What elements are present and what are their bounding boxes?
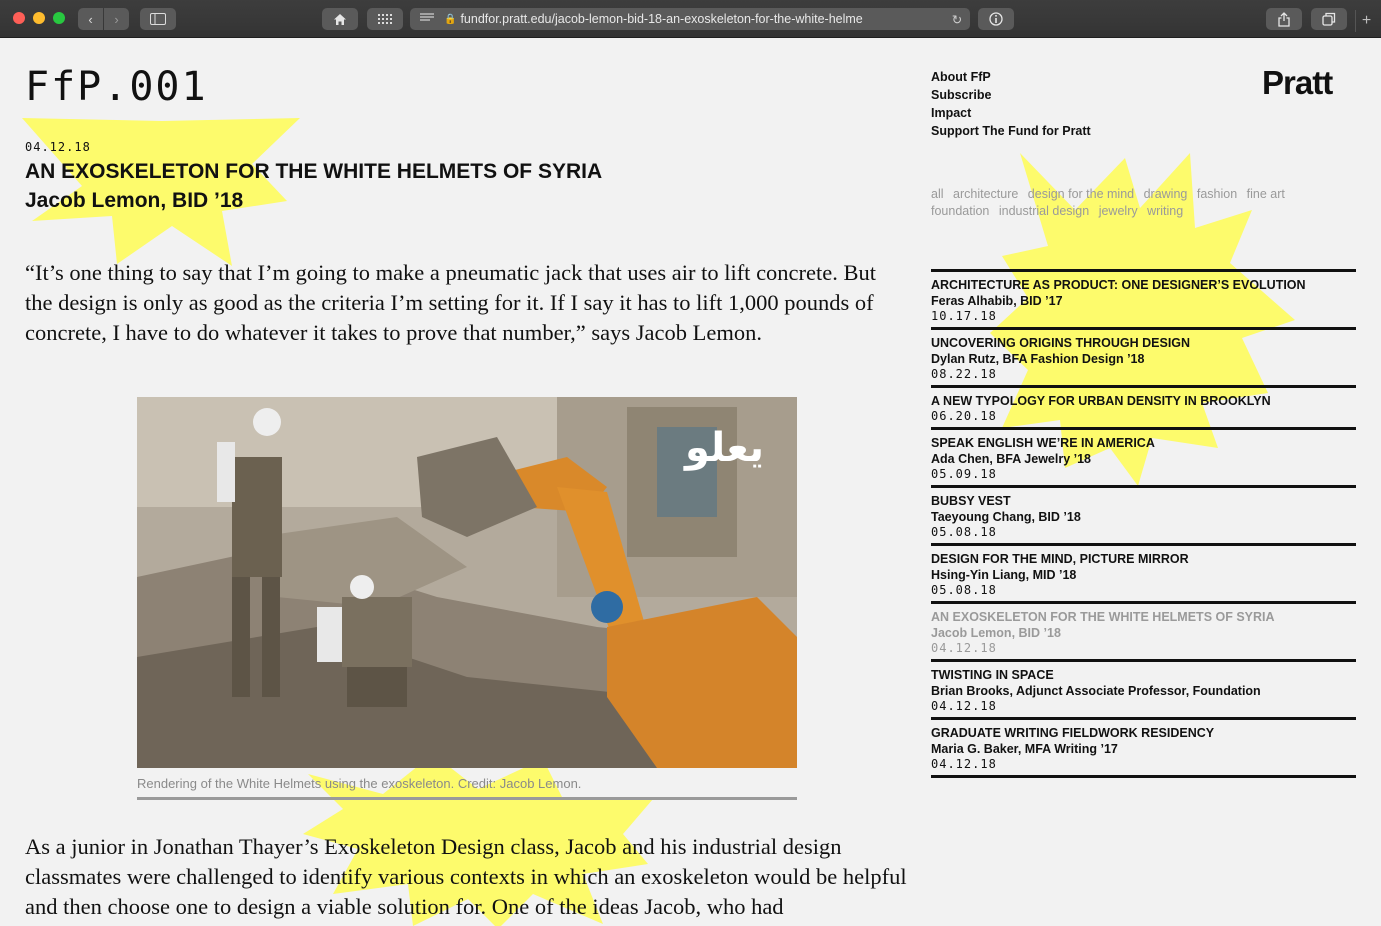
reload-icon[interactable]: ↻: [944, 12, 970, 27]
article-date: 04.12.18: [25, 140, 91, 154]
tabs-icon: [1322, 12, 1336, 26]
photo-caption: Rendering of the White Helmets using the…: [137, 776, 797, 800]
url-text[interactable]: fundfor.pratt.edu/jacob-lemon-bid-18-an-…: [460, 12, 944, 26]
article-paragraph-1: “It’s one thing to say that I’m going to…: [25, 260, 877, 345]
info-button[interactable]: [978, 8, 1014, 30]
minimize-window-button[interactable]: [33, 12, 45, 24]
post-author: Jacob Lemon, BID ’18: [931, 626, 1061, 640]
post-author: Hsing-Yin Liang, MID ’18: [931, 568, 1077, 582]
filter-fine-art[interactable]: fine art: [1247, 187, 1285, 201]
menu-subscribe[interactable]: Subscribe: [931, 86, 1091, 104]
post-date: 04.12.18: [931, 699, 997, 713]
post-list-item[interactable]: BUBSY VEST Taeyoung Chang, BID ’18 05.08…: [931, 485, 1356, 543]
arabic-overlay-text: يعلو: [685, 425, 765, 471]
filter-drawing[interactable]: drawing: [1144, 187, 1188, 201]
post-author: Maria G. Baker, MFA Writing ’17: [931, 742, 1118, 756]
post-date: 06.20.18: [931, 409, 997, 423]
post-list-item[interactable]: UNCOVERING ORIGINS THROUGH DESIGN Dylan …: [931, 327, 1356, 385]
filter-fashion[interactable]: fashion: [1197, 187, 1237, 201]
info-icon: [989, 12, 1003, 26]
filter-industrial-design[interactable]: industrial design: [999, 204, 1089, 218]
forward-button[interactable]: ›: [104, 8, 129, 30]
post-title: AN EXOSKELETON FOR THE WHITE HELMETS OF …: [931, 610, 1275, 624]
back-button[interactable]: ‹: [78, 8, 103, 30]
article-photo: يعلو: [137, 397, 797, 768]
post-title: UNCOVERING ORIGINS THROUGH DESIGN: [931, 336, 1191, 350]
post-date: 10.17.18: [931, 309, 997, 323]
home-button[interactable]: [322, 8, 358, 30]
sidebar-toggle-button[interactable]: [140, 8, 176, 30]
post-list-item[interactable]: A NEW TYPOLOGY FOR URBAN DENSITY IN BROO…: [931, 385, 1356, 427]
post-date: 08.22.18: [931, 367, 997, 381]
chevron-left-icon: ‹: [88, 11, 93, 27]
menu-about[interactable]: About FfP: [931, 68, 1091, 86]
menu-support[interactable]: Support The Fund for Pratt: [931, 122, 1091, 140]
post-title: BUBSY VEST: [931, 494, 1011, 508]
post-date: 05.08.18: [931, 583, 997, 597]
filter-writing[interactable]: writing: [1147, 204, 1183, 218]
address-bar[interactable]: 🔒 fundfor.pratt.edu/jacob-lemon-bid-18-a…: [410, 8, 970, 30]
post-date: 04.12.18: [931, 757, 997, 771]
post-title: DESIGN FOR THE MIND, PICTURE MIRROR: [931, 552, 1189, 566]
reader-view-icon[interactable]: [410, 12, 444, 26]
close-window-button[interactable]: [13, 12, 25, 24]
web-page: FfP.001 04.12.18 AN EXOSKELETON FOR THE …: [0, 38, 1381, 926]
post-author: Ada Chen, BFA Jewelry ’18: [931, 452, 1092, 466]
lock-icon: 🔒: [444, 13, 457, 25]
filter-design-for-the-mind[interactable]: design for the mind: [1028, 187, 1134, 201]
post-list-item-current[interactable]: AN EXOSKELETON FOR THE WHITE HELMETS OF …: [931, 601, 1356, 659]
menu-impact[interactable]: Impact: [931, 104, 1091, 122]
tab-overview-button[interactable]: [1311, 8, 1347, 30]
post-title: SPEAK ENGLISH WE’RE IN AMERICA: [931, 436, 1155, 450]
post-date: 05.09.18: [931, 467, 997, 481]
filter-foundation[interactable]: foundation: [931, 204, 989, 218]
article-paragraph-2: As a junior in Jonathan Thayer’s Exoskel…: [25, 834, 907, 919]
post-list-item[interactable]: ARCHITECTURE AS PRODUCT: ONE DESIGNER’S …: [931, 269, 1356, 327]
home-icon: [334, 13, 346, 25]
article-title: AN EXOSKELETON FOR THE WHITE HELMETS OF …: [25, 160, 603, 183]
article-author: Jacob Lemon, BID ’18: [25, 189, 244, 212]
site-logo[interactable]: FfP.001: [25, 64, 208, 110]
post-author: Feras Alhabib, BID ’17: [931, 294, 1063, 308]
top-sites-button[interactable]: [367, 8, 403, 30]
post-title: A NEW TYPOLOGY FOR URBAN DENSITY IN BROO…: [931, 394, 1271, 408]
filter-jewelry[interactable]: jewelry: [1099, 204, 1138, 218]
share-button[interactable]: [1266, 8, 1302, 30]
category-filters: all architecture design for the mind dra…: [931, 186, 1331, 220]
share-icon: [1278, 11, 1290, 27]
new-tab-button[interactable]: +: [1355, 10, 1377, 32]
post-date: 05.08.18: [931, 525, 997, 539]
zoom-window-button[interactable]: [53, 12, 65, 24]
post-author: Brian Brooks, Adjunct Associate Professo…: [931, 684, 1261, 698]
chevron-right-icon: ›: [114, 11, 119, 27]
post-list: ARCHITECTURE AS PRODUCT: ONE DESIGNER’S …: [931, 269, 1356, 778]
post-list-item[interactable]: DESIGN FOR THE MIND, PICTURE MIRROR Hsin…: [931, 543, 1356, 601]
browser-toolbar: ‹ › 🔒 fundfor.pratt.edu/jacob-lemon-bid-…: [0, 0, 1381, 38]
sidebar-icon: [150, 13, 166, 25]
post-date: 04.12.18: [931, 641, 997, 655]
filter-architecture[interactable]: architecture: [953, 187, 1018, 201]
grid-icon: [378, 14, 392, 24]
post-author: Taeyoung Chang, BID ’18: [931, 510, 1081, 524]
post-list-item[interactable]: GRADUATE WRITING FIELDWORK RESIDENCY Mar…: [931, 717, 1356, 775]
filter-all[interactable]: all: [931, 187, 944, 201]
post-list-item[interactable]: SPEAK ENGLISH WE’RE IN AMERICA Ada Chen,…: [931, 427, 1356, 485]
post-list-item[interactable]: TWISTING IN SPACE Brian Brooks, Adjunct …: [931, 659, 1356, 717]
post-title: ARCHITECTURE AS PRODUCT: ONE DESIGNER’S …: [931, 278, 1306, 292]
post-author: Dylan Rutz, BFA Fashion Design ’18: [931, 352, 1145, 366]
post-title: TWISTING IN SPACE: [931, 668, 1054, 682]
pratt-logo[interactable]: Pratt: [1262, 64, 1333, 102]
site-menu: About FfP Subscribe Impact Support The F…: [931, 68, 1091, 140]
post-title: GRADUATE WRITING FIELDWORK RESIDENCY: [931, 726, 1215, 740]
